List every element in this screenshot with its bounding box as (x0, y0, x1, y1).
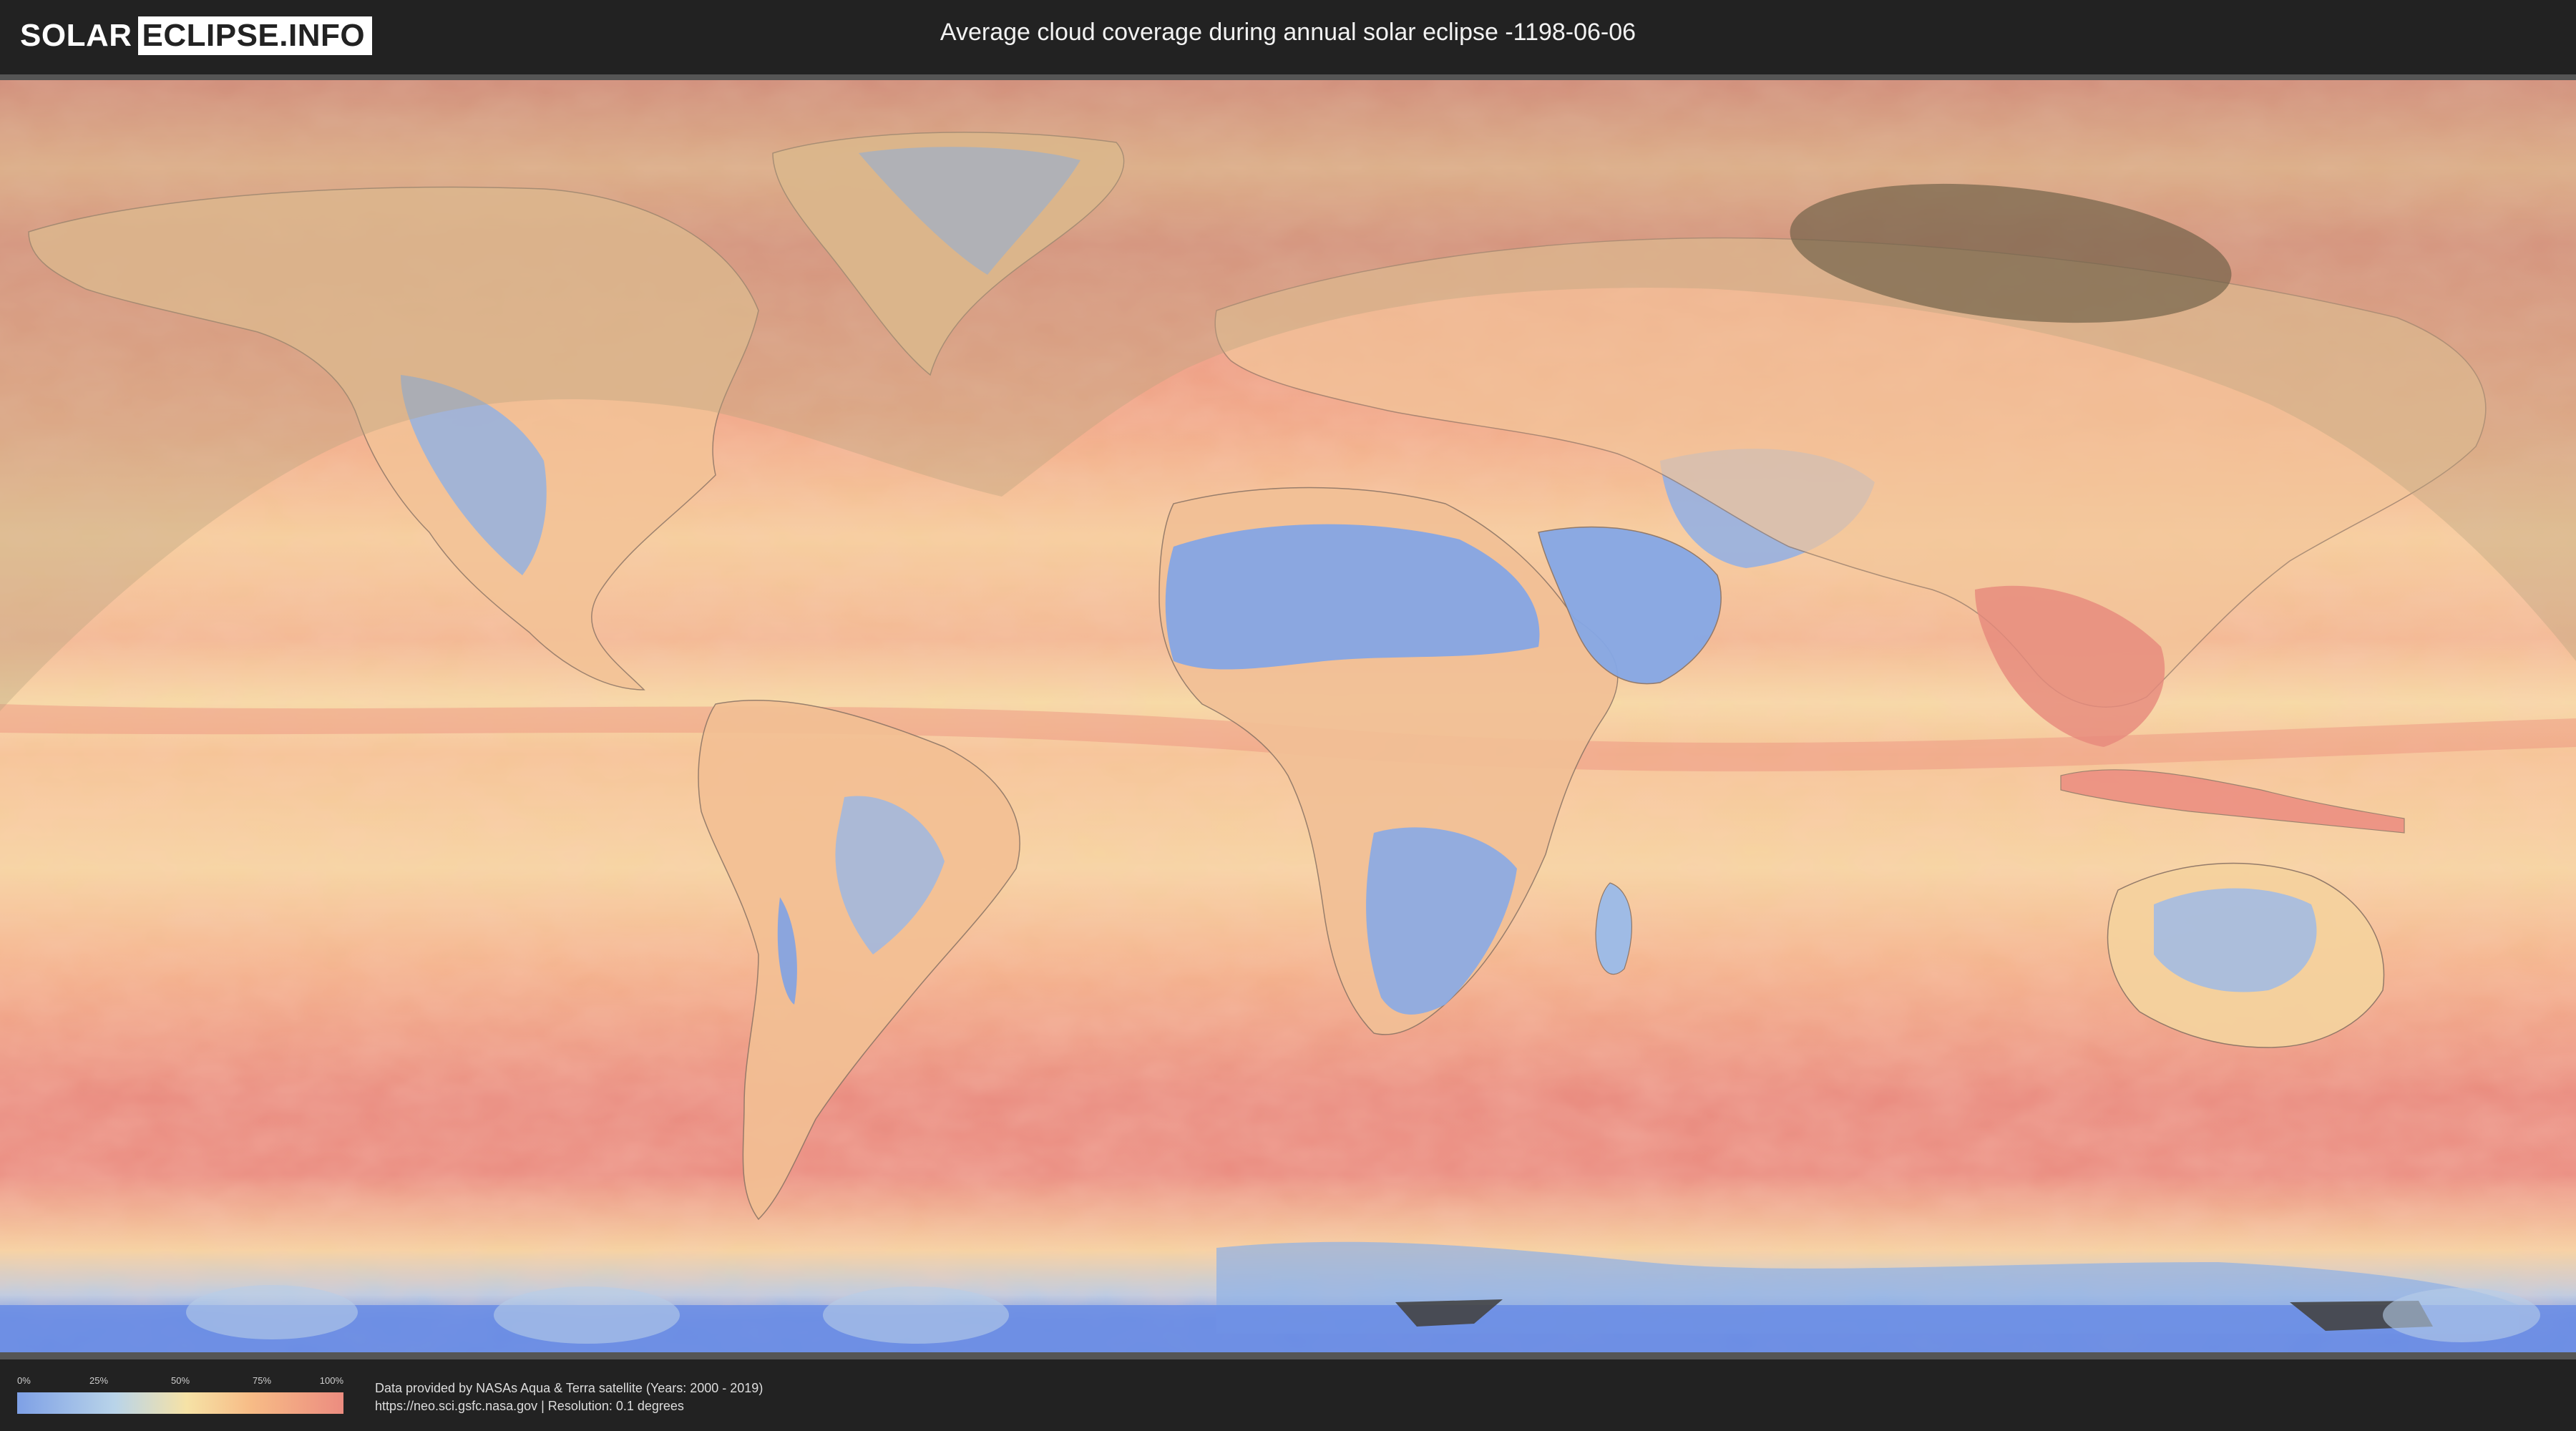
page-title: Average cloud coverage during annual sol… (940, 19, 1636, 46)
legend-tick-25: 25% (89, 1375, 109, 1386)
footer-bar: 0% 25% 50% 75% 100% Data provided by NAS… (0, 1359, 2576, 1431)
credits-url-resolution[interactable]: https://neo.sci.gsfc.nasa.gov | Resoluti… (375, 1397, 763, 1415)
legend-tick-0: 0% (17, 1375, 31, 1386)
legend-tick-100: 100% (319, 1375, 343, 1386)
legend-gradient-bar (17, 1392, 343, 1414)
legend-tick-labels: 0% 25% 50% 75% 100% (17, 1375, 343, 1387)
legend-tick-50: 50% (170, 1375, 190, 1386)
map-top-edge (0, 74, 2576, 80)
cloud-coverage-map[interactable] (0, 74, 2576, 1359)
credits-source: Data provided by NASAs Aqua & Terra sate… (375, 1381, 763, 1395)
antarctica-ice-band (0, 1305, 2576, 1352)
header-bar: SOLAR ECLIPSE.INFO Average cloud coverag… (0, 0, 2576, 72)
cloud-coverage-legend: 0% 25% 50% 75% 100% (17, 1375, 343, 1414)
data-credits: Data provided by NASAs Aqua & Terra sate… (375, 1379, 763, 1415)
map-bottom-edge (0, 1352, 2576, 1359)
legend-tick-75: 75% (252, 1375, 272, 1386)
